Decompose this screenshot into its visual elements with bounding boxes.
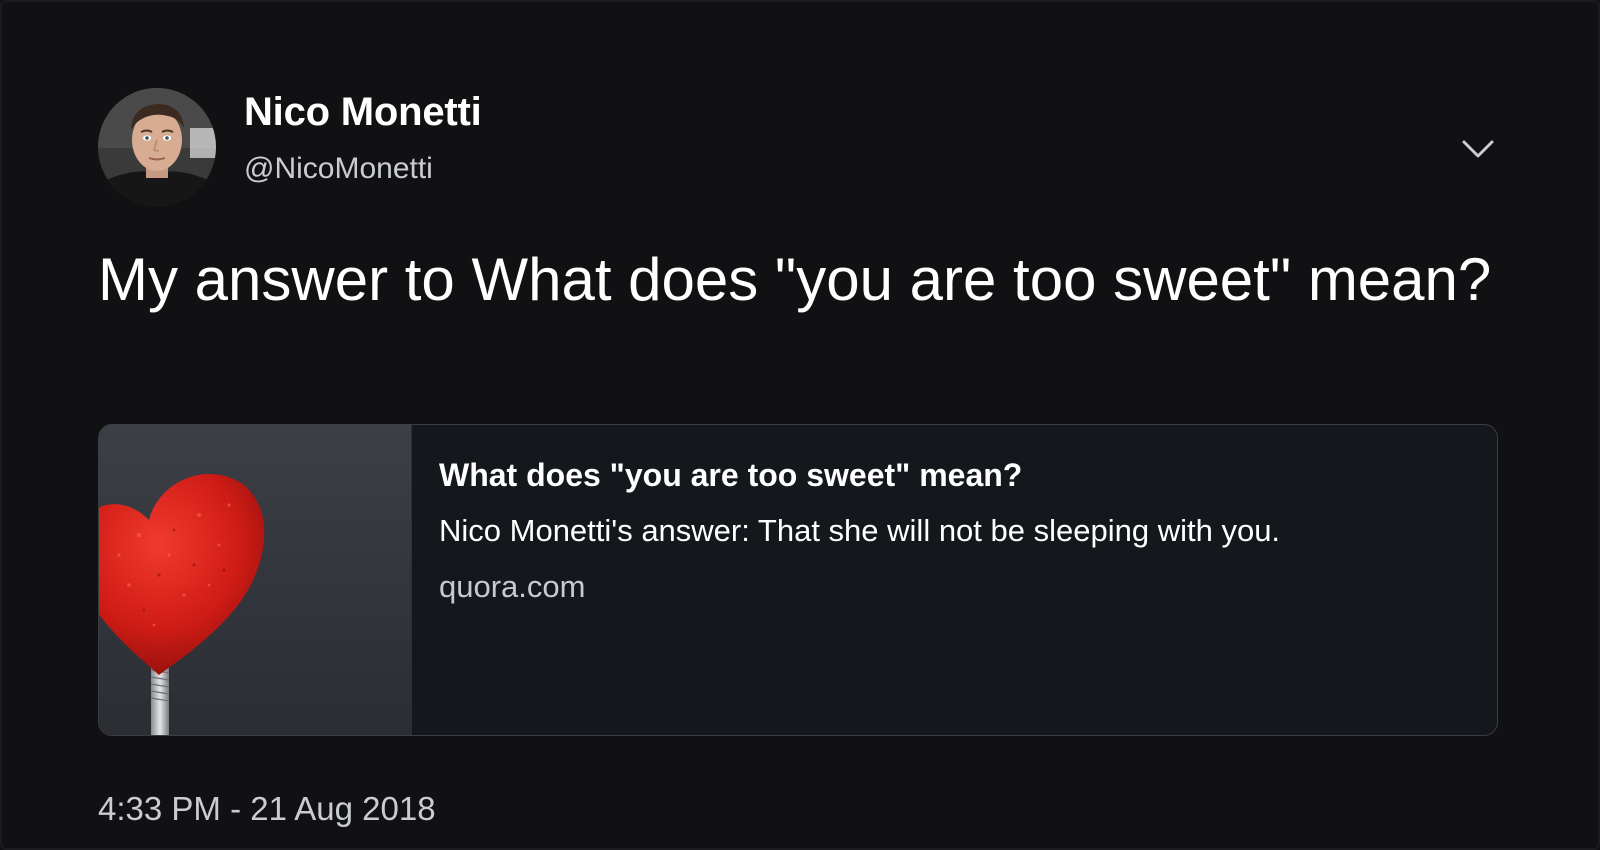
red-heart-image xyxy=(99,425,412,735)
card-body: What does "you are too sweet" mean? Nico… xyxy=(439,455,1477,607)
tweet-frame: Nico Monetti @NicoMonetti My answer to W… xyxy=(0,0,1600,850)
card-title: What does "you are too sweet" mean? xyxy=(439,457,1023,493)
avatar[interactable] xyxy=(98,88,216,206)
author-display-name[interactable]: Nico Monetti xyxy=(244,90,482,135)
tweet-timestamp[interactable]: 4:33 PM - 21 Aug 2018 xyxy=(98,790,436,828)
avatar-photo xyxy=(98,88,216,206)
card-domain: quora.com xyxy=(439,569,586,604)
chevron-down-icon[interactable] xyxy=(1458,130,1498,170)
link-preview-card[interactable]: What does "you are too sweet" mean? Nico… xyxy=(98,424,1498,736)
tweet-text: My answer to What does "you are too swee… xyxy=(98,246,1492,313)
author-handle[interactable]: @NicoMonetti xyxy=(244,152,433,186)
card-description: Nico Monetti's answer: That she will not… xyxy=(439,513,1281,548)
